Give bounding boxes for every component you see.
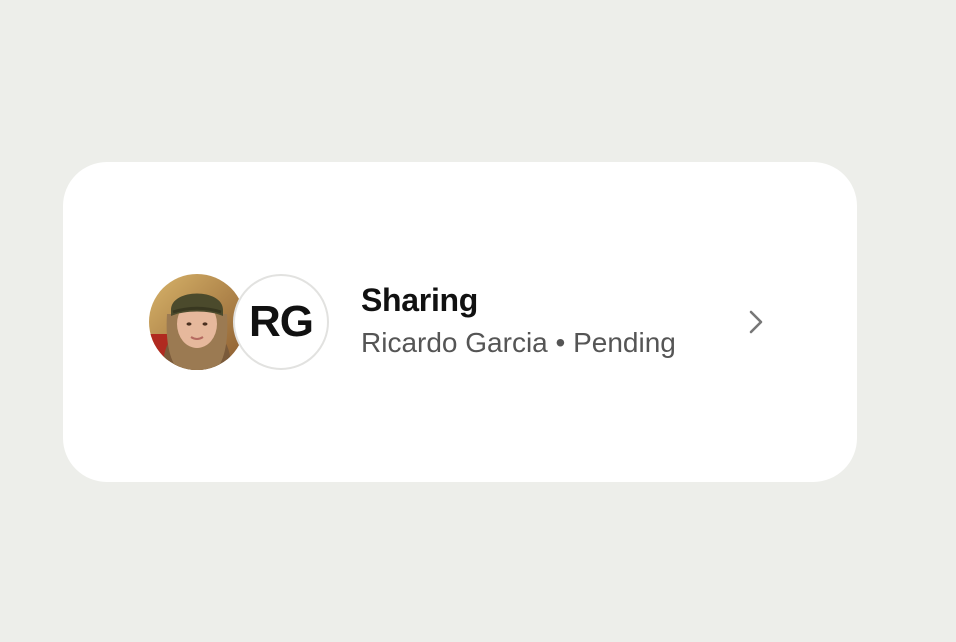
user-photo-avatar [149, 274, 245, 370]
card-title: Sharing [361, 282, 479, 318]
avatar-stack: RG [149, 274, 331, 370]
avatar-photo-image [149, 274, 245, 370]
card-subtitle: Ricardo Garcia • Pending [361, 327, 676, 358]
sharing-card[interactable]: RG Sharing Ricardo Garcia • Pending [63, 162, 857, 482]
chevron-right-icon[interactable] [745, 306, 769, 338]
text-block: Sharing Ricardo Garcia • Pending [361, 280, 676, 360]
initials-avatar: RG [233, 274, 329, 370]
